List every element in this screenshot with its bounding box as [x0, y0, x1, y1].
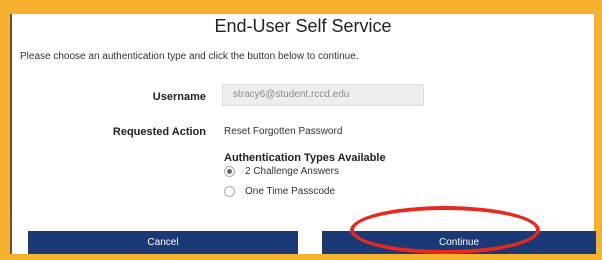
instructions-text: Please choose an authentication type and… — [20, 51, 359, 62]
auth-types-heading: Authentication Types Available — [224, 152, 386, 164]
cancel-button[interactable]: Cancel — [28, 231, 298, 254]
requested-action-label: Requested Action — [112, 126, 206, 138]
self-service-panel: End-User Self Service Please choose an a… — [10, 14, 596, 254]
username-field[interactable]: stracy6@student.rccd.edu — [222, 84, 424, 106]
auth-option-one-time-passcode[interactable]: One Time Passcode — [224, 186, 335, 197]
username-label: Username — [152, 91, 206, 103]
page-title: End-User Self Service — [214, 16, 392, 36]
continue-button[interactable]: Continue — [322, 231, 596, 254]
radio-button[interactable] — [224, 186, 235, 197]
auth-option-label: One Time Passcode — [245, 186, 336, 197]
radio-button-selected[interactable] — [224, 166, 235, 177]
auth-option-label: 2 Challenge Answers — [245, 166, 339, 177]
top-banner — [0, 0, 602, 14]
requested-action-value: Reset Forgotten Password — [224, 126, 343, 137]
auth-option-challenge-answers[interactable]: 2 Challenge Answers — [224, 166, 339, 177]
